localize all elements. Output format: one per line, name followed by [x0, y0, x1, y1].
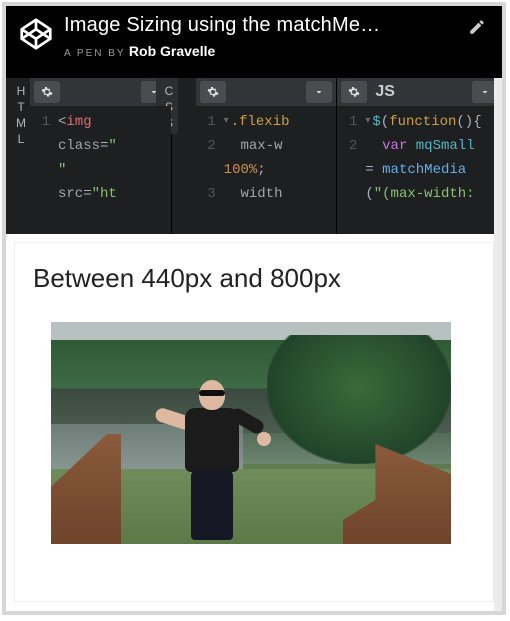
code-token: {	[473, 110, 481, 134]
code-token: class	[58, 134, 100, 158]
code-line[interactable]: 2 max-w	[196, 134, 337, 158]
code-token: (	[381, 110, 389, 134]
code-line[interactable]: ("(max-width:	[337, 182, 502, 206]
gear-icon	[348, 86, 360, 98]
line-number: 1	[196, 110, 224, 134]
css-panel: 1▾.flexib2 max-w100%;3 width	[172, 78, 338, 234]
code-line[interactable]: "	[30, 158, 171, 182]
code-token: 100%	[224, 158, 258, 182]
js-editor[interactable]: 1▾$(function(){2 var mqSmall= matchMedia…	[337, 106, 502, 234]
code-line[interactable]: 1▾$(function(){	[337, 110, 502, 134]
code-token: =	[100, 134, 108, 158]
code-token: =	[365, 158, 382, 182]
line-number	[337, 182, 365, 206]
title-block: Image Sizing using the matchMe… A Pen by…	[56, 14, 462, 59]
a-pen-by-label: A Pen by	[64, 48, 126, 59]
gear-icon	[207, 86, 219, 98]
code-line[interactable]: 1▾.flexib	[196, 110, 337, 134]
code-token: "(max-width:	[374, 182, 475, 206]
line-number	[30, 158, 58, 182]
html-editor[interactable]: 1<imgclass=""src="ht	[30, 106, 171, 234]
js-panel-bar: JS	[337, 78, 502, 106]
line-number	[30, 134, 58, 158]
code-token: "	[108, 134, 116, 158]
code-token: ()	[456, 110, 473, 134]
edit-button[interactable]	[462, 14, 492, 36]
vertical-scrollbar[interactable]	[494, 78, 502, 611]
line-number	[30, 182, 58, 206]
code-token: max-w	[224, 134, 283, 158]
code-token: function	[389, 110, 456, 134]
line-number: 3	[196, 182, 224, 206]
output-area: Between 440px and 800px	[6, 234, 502, 610]
code-token: <	[58, 110, 66, 134]
line-number: 2	[337, 134, 365, 158]
css-editor[interactable]: 1▾.flexib2 max-w100%;3 width	[196, 106, 337, 234]
js-panel: JS 1▾$(function(){2 var mqSmall= matchMe…	[337, 78, 502, 234]
chevron-down-icon	[313, 86, 325, 98]
code-token: ;	[257, 158, 265, 182]
code-token	[407, 134, 415, 158]
code-token: src	[58, 182, 83, 206]
output-pane[interactable]: Between 440px and 800px	[14, 242, 494, 602]
code-token: .flexib	[231, 110, 290, 134]
html-settings-button[interactable]	[34, 81, 60, 103]
scene-person	[175, 380, 247, 540]
line-number: 2	[196, 134, 224, 158]
html-panel-bar	[30, 78, 171, 106]
css-dropdown-button[interactable]	[306, 81, 332, 103]
code-line[interactable]: 3 width	[196, 182, 337, 206]
code-line[interactable]: class="	[30, 134, 171, 158]
code-token	[365, 134, 382, 158]
js-settings-button[interactable]	[341, 81, 367, 103]
css-panel-bar	[196, 78, 337, 106]
chevron-down-icon	[479, 86, 491, 98]
css-settings-button[interactable]	[200, 81, 226, 103]
header: Image Sizing using the matchMe… A Pen by…	[6, 6, 502, 78]
html-tab-label[interactable]: HTML	[8, 78, 30, 150]
html-panel: 1<imgclass=""src="ht	[6, 78, 172, 234]
code-token: width	[224, 182, 283, 206]
fold-icon[interactable]: ▾	[365, 110, 370, 134]
output-image	[51, 322, 451, 544]
code-token: =	[83, 182, 91, 206]
code-token: (	[365, 182, 373, 206]
code-line[interactable]: 100%;	[196, 158, 337, 182]
gear-icon	[41, 86, 53, 98]
js-label: JS	[371, 83, 399, 101]
code-token: matchMedia	[382, 158, 466, 182]
code-line[interactable]: 1<img	[30, 110, 171, 134]
line-number	[196, 158, 224, 182]
app-frame: Image Sizing using the matchMe… A Pen by…	[2, 2, 506, 615]
codepen-icon	[19, 17, 53, 51]
line-number: 1	[30, 110, 58, 134]
code-line[interactable]: = matchMedia	[337, 158, 502, 182]
line-number: 1	[337, 110, 365, 134]
fold-icon[interactable]: ▾	[224, 110, 229, 134]
code-token: img	[66, 110, 91, 134]
line-number	[337, 158, 365, 182]
author-link[interactable]: Rob Gravelle	[129, 43, 215, 59]
code-token: "	[58, 158, 66, 182]
code-token: $	[372, 110, 380, 134]
scene-trees	[267, 335, 451, 464]
pen-title[interactable]: Image Sizing using the matchMe…	[64, 14, 462, 37]
pencil-icon	[468, 18, 486, 36]
code-line[interactable]: 2 var mqSmall	[337, 134, 502, 158]
code-line[interactable]: src="ht	[30, 182, 171, 206]
output-heading: Between 440px and 800px	[33, 263, 475, 294]
codepen-logo[interactable]	[16, 14, 56, 54]
code-token: var	[382, 134, 407, 158]
pen-subtitle: A Pen by Rob Gravelle	[64, 43, 462, 59]
editors-row: HTML CSS 1<imgclass=""src="ht	[6, 78, 502, 234]
code-token: "ht	[92, 182, 117, 206]
code-token: mqSmall	[416, 134, 475, 158]
